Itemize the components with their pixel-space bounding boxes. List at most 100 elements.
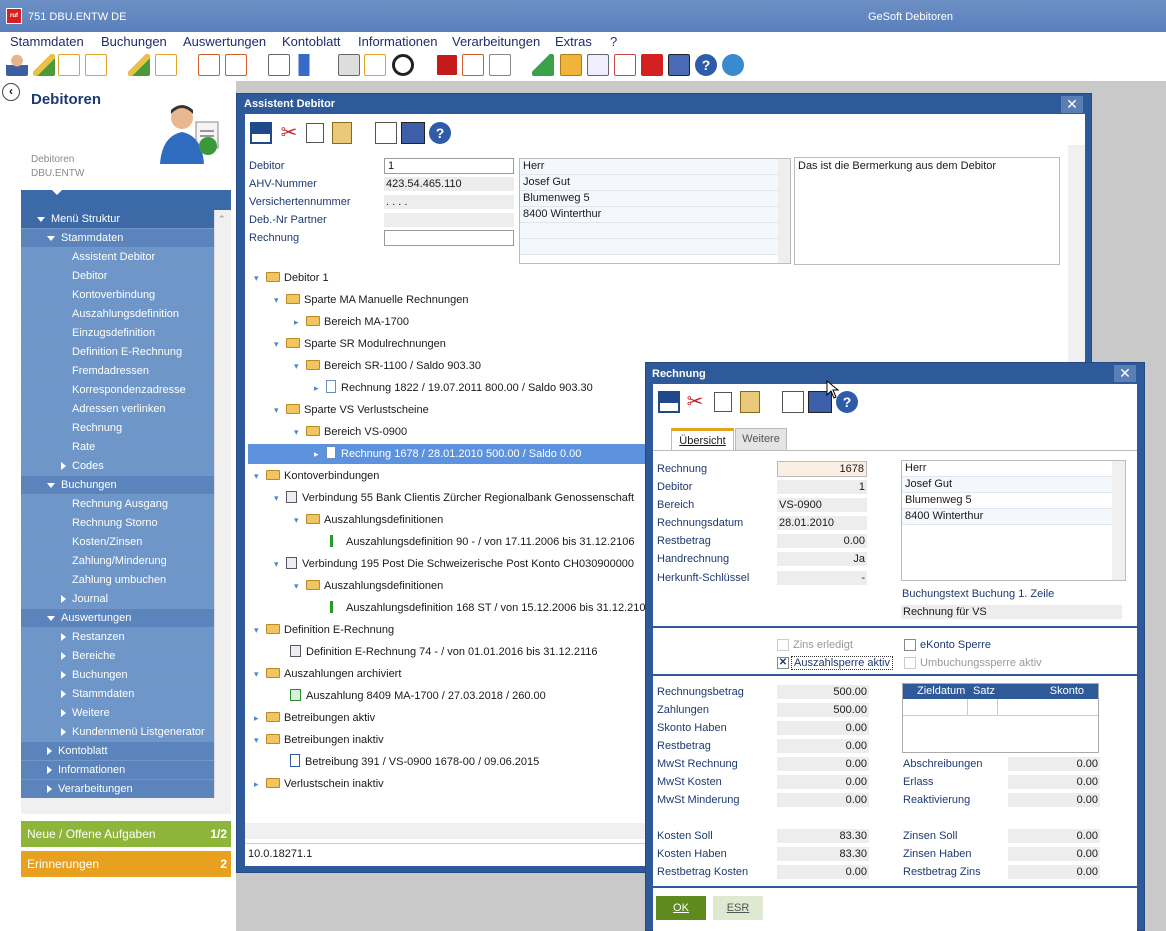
rechnung-input[interactable]	[384, 230, 514, 246]
menu-help[interactable]: ?	[610, 34, 617, 49]
tree-node-rechnung-1678[interactable]: ▸ Rechnung 1678 / 28.01.2010 500.00 / Sal…	[314, 446, 581, 462]
assistant-horizontal-scrollbar[interactable]	[245, 823, 645, 839]
zins-erledigt-checkbox[interactable]	[777, 639, 789, 651]
rechnung-save-icon[interactable]	[658, 391, 680, 413]
ok-button[interactable]: OK	[656, 896, 706, 920]
reminders-button[interactable]: Erinnerungen 2	[21, 851, 231, 877]
folder-icon[interactable]	[560, 54, 582, 76]
tree-node-verbindung-195[interactable]: ▾ Verbindung 195 Post Die Schweizerische …	[274, 556, 634, 572]
remark-box[interactable]: Das ist die Bermerkung aus dem Debitor	[794, 157, 1060, 265]
tree-node-betreibung-391[interactable]: Betreibung 391 / VS-0900 1678-00 / 09.06…	[290, 754, 539, 770]
rechnung-address-scrollbar[interactable]	[1112, 461, 1125, 580]
tree-node-definition-erechnung[interactable]: ▾ Definition E-Rechnung	[254, 622, 394, 638]
nav-item-rechnung-ausgang[interactable]: Rechnung Ausgang	[21, 495, 214, 514]
tree-node-verbindung-55[interactable]: ▾ Verbindung 55 Bank Clientis Zürcher Reg…	[274, 490, 634, 506]
arrow-right-icon[interactable]	[294, 54, 316, 76]
flowchart-icon[interactable]	[532, 54, 554, 76]
menu-informationen[interactable]: Informationen	[358, 34, 438, 49]
esr-button[interactable]: ESR	[713, 896, 763, 920]
nav-item-verarbeitungen[interactable]: Verarbeitungen	[21, 780, 214, 798]
menu-extras[interactable]: Extras	[555, 34, 592, 49]
nav-item-debitor[interactable]: Debitor	[21, 267, 214, 286]
page2-icon[interactable]	[225, 54, 247, 76]
tree-node-debitor[interactable]: ▾ Debitor 1	[254, 270, 329, 286]
auszahlsperre-checkbox[interactable]: ✕	[777, 657, 789, 669]
tree-node-erechnung-74[interactable]: Definition E-Rechnung 74 - / von 01.01.2…	[290, 644, 598, 660]
invoice-icon[interactable]	[364, 54, 386, 76]
assistant-close-icon[interactable]: ✕	[1061, 96, 1083, 113]
tree-node-auszahlungen-archiviert[interactable]: ▾ Auszahlungen archiviert	[254, 666, 401, 682]
rechnung-nr-value[interactable]: 1678	[777, 461, 867, 477]
grid-icon[interactable]	[587, 54, 609, 76]
tab-uebersicht[interactable]: Übersicht	[671, 428, 734, 450]
nav-item-journal[interactable]: Journal	[21, 590, 214, 609]
nav-item-menü-struktur[interactable]: Menü Struktur	[21, 210, 214, 229]
nav-item-bereiche[interactable]: Bereiche	[21, 647, 214, 666]
nav-item-einzugsdefinition[interactable]: Einzugsdefinition	[21, 324, 214, 343]
nav-item-informationen[interactable]: Informationen	[21, 761, 214, 780]
nav-item-kontoverbindung[interactable]: Kontoverbindung	[21, 286, 214, 305]
tree-node-bereich-sr[interactable]: ▾ Bereich SR-1100 / Saldo 903.30	[294, 358, 481, 374]
document-edit2-icon[interactable]	[85, 54, 107, 76]
print-icon[interactable]	[401, 122, 425, 144]
calendar-icon[interactable]	[614, 54, 636, 76]
tree-node-verlustschein-inaktiv[interactable]: ▸ Verlustschein inaktiv	[254, 776, 384, 792]
nav-item-weitere[interactable]: Weitere	[21, 704, 214, 723]
tree-node-betreibungen-aktiv[interactable]: ▸ Betreibungen aktiv	[254, 710, 375, 726]
menu-auswertungen[interactable]: Auswertungen	[183, 34, 266, 49]
tab-weitere[interactable]: Weitere	[735, 428, 787, 450]
nav-item-assistent-debitor[interactable]: Assistent Debitor	[21, 248, 214, 267]
nav-item-definition-e-rechnung[interactable]: Definition E-Rechnung	[21, 343, 214, 362]
nav-item-kontoblatt[interactable]: Kontoblatt	[21, 742, 214, 761]
ekonto-sperre-checkbox[interactable]	[904, 639, 916, 651]
nav-item-rate[interactable]: Rate	[21, 438, 214, 457]
ruf-icon[interactable]	[641, 54, 663, 76]
tree-node-auszahlungsdefinitionen-2[interactable]: ▾ Auszahlungsdefinitionen	[294, 578, 443, 594]
debitor-input[interactable]: 1	[384, 158, 514, 174]
collapse-panel-icon[interactable]: ‹	[2, 83, 20, 101]
print-preview-icon[interactable]	[375, 122, 397, 144]
tree-node-sparte-ma[interactable]: ▾ Sparte MA Manuelle Rechnungen	[274, 292, 469, 308]
nav-item-zahlung-umbuchen[interactable]: Zahlung umbuchen	[21, 571, 214, 590]
nav-item-korrespondenzadresse[interactable]: Korrespondenzadresse	[21, 381, 214, 400]
nav-item-stammdaten[interactable]: Stammdaten	[21, 685, 214, 704]
rechnung-cut-icon[interactable]: ✂	[684, 390, 706, 414]
menu-verarbeitungen[interactable]: Verarbeitungen	[452, 34, 540, 49]
copy-icon[interactable]	[306, 123, 324, 143]
tree-node-auszahlungsdef-168[interactable]: Auszahlungsdefinition 168 ST / von 15.12…	[330, 600, 645, 616]
nav-item-restanzen[interactable]: Restanzen	[21, 628, 214, 647]
nav-item-rechnung[interactable]: Rechnung	[21, 419, 214, 438]
nav-item-zahlung-minderung[interactable]: Zahlung/Minderung	[21, 552, 214, 571]
tree-node-betreibungen-inaktiv[interactable]: ▾ Betreibungen inaktiv	[254, 732, 384, 748]
user-icon[interactable]	[6, 54, 28, 76]
tools-icon[interactable]	[128, 54, 150, 76]
nav-item-kundenmenü-listgenerator[interactable]: Kundenmenü Listgenerator	[21, 723, 214, 742]
computer-icon[interactable]	[668, 54, 690, 76]
edit-tools-icon[interactable]	[33, 54, 55, 76]
rechnung-close-icon[interactable]: ✕	[1114, 365, 1136, 382]
red-book-icon[interactable]	[436, 54, 458, 76]
tree-node-bereich-vs[interactable]: ▾ Bereich VS-0900	[294, 424, 407, 440]
assistant-help-icon[interactable]: ?	[429, 122, 451, 144]
rechnung-print-preview-icon[interactable]	[782, 391, 804, 413]
tree-horizontal-scrollbar[interactable]	[21, 798, 231, 814]
menu-stammdaten[interactable]: Stammdaten	[10, 34, 84, 49]
tree-node-sparte-vs[interactable]: ▾ Sparte VS Verlustscheine	[274, 402, 429, 418]
save-icon[interactable]	[250, 122, 272, 144]
remote-support-icon[interactable]	[722, 54, 744, 76]
rechnung-copy-icon[interactable]	[714, 392, 732, 412]
menu-buchungen[interactable]: Buchungen	[101, 34, 167, 49]
checklist-icon[interactable]	[489, 54, 511, 76]
open-tasks-button[interactable]: Neue / Offene Aufgaben 1/2	[21, 821, 231, 847]
nav-item-stammdaten[interactable]: Stammdaten	[21, 229, 214, 248]
nav-item-rechnung-storno[interactable]: Rechnung Storno	[21, 514, 214, 533]
nav-item-kosten-zinsen[interactable]: Kosten/Zinsen	[21, 533, 214, 552]
nav-item-codes[interactable]: Codes	[21, 457, 214, 476]
nav-item-buchungen[interactable]: Buchungen	[21, 476, 214, 495]
tree-node-auszahlung-8409[interactable]: Auszahlung 8409 MA-1700 / 27.03.2018 / 2…	[290, 688, 546, 704]
tree-scrollbar[interactable]: ⌃	[214, 210, 231, 798]
tree-node-auszahlungsdef-90[interactable]: Auszahlungsdefinition 90 - / von 17.11.2…	[330, 534, 634, 550]
nav-item-buchungen[interactable]: Buchungen	[21, 666, 214, 685]
cut-icon[interactable]: ✂	[278, 121, 300, 145]
rechnung-paste-icon[interactable]	[740, 391, 760, 413]
